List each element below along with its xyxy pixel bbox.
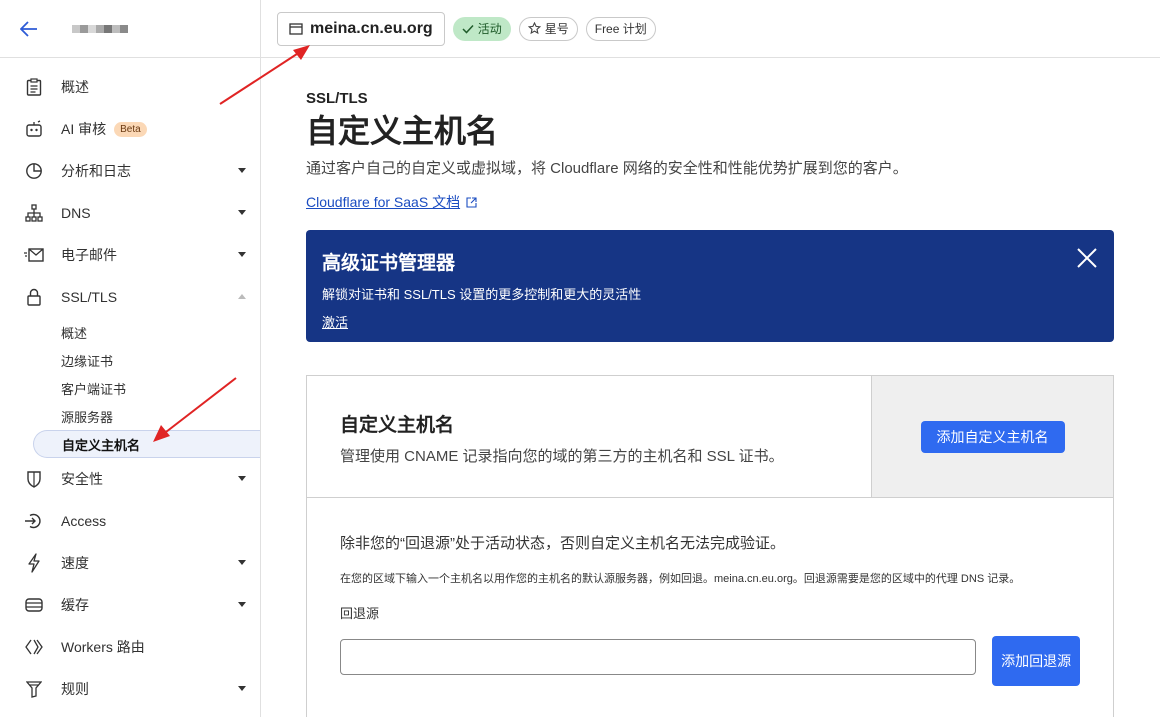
fallback-form-row: 添加回退源 [340, 636, 1080, 686]
star-icon [527, 22, 541, 35]
sidebar-item-ai-review[interactable]: AI 审核 Beta [0, 108, 260, 150]
fallback-warning: 除非您的“回退源”处于活动状态，否则自定义主机名无法完成验证。 [340, 535, 785, 552]
bot-icon [24, 119, 44, 139]
fallback-hint: 在您的区域下输入一个主机名以用作您的主机名的默认源服务器，例如回退。meina.… [340, 573, 1021, 585]
chevron-down-icon[interactable] [238, 560, 246, 565]
sidebar-item-label: 电子邮件 [61, 247, 117, 263]
main-content: SSL/TLS 自定义主机名 通过客户自己的自定义或虚拟域，将 Cloudfla… [306, 58, 1114, 717]
pie-chart-icon [24, 161, 44, 181]
email-icon [24, 245, 44, 265]
chevron-down-icon[interactable] [238, 210, 246, 215]
sidebar-item-ssl-tls[interactable]: SSL/TLS [0, 276, 260, 318]
sidebar-item-label: 安全性 [61, 471, 103, 487]
clipboard-icon [24, 77, 44, 97]
external-link-icon [466, 196, 477, 208]
browser-window-icon [289, 22, 303, 35]
sidebar-subitem-edge-certificates[interactable]: 边缘证书 [0, 346, 260, 374]
custom-hostnames-card: 自定义主机名 管理使用 CNAME 记录指向您的域的第三方的主机名和 SSL 证… [306, 375, 1114, 717]
acm-promo-banner: 高级证书管理器 解锁对证书和 SSL/TLS 设置的更多控制和更大的灵活性 激活 [306, 230, 1114, 342]
chevron-down-icon[interactable] [238, 252, 246, 257]
close-icon[interactable] [1076, 247, 1098, 269]
sidebar-item-label: 概述 [61, 79, 89, 95]
chevron-down-icon[interactable] [238, 602, 246, 607]
star-button[interactable]: 星号 [518, 16, 578, 41]
saas-docs-link[interactable]: Cloudflare for SaaS 文档 [306, 192, 477, 212]
sidebar-item-workers-routes[interactable]: Workers 路由 [0, 626, 260, 668]
sidebar-subitem-ssl-overview[interactable]: 概述 [0, 318, 260, 346]
plan-label: Free 计划 [594, 22, 647, 36]
access-icon [24, 511, 44, 531]
sidebar-item-analytics[interactable]: 分析和日志 [0, 150, 260, 192]
page-title: 自定义主机名 [306, 113, 499, 149]
sidebar-nav: 概述 AI 审核 Beta 分析和日志 DNS 电子邮件 SSL/TLS 概述 … [0, 58, 260, 710]
network-icon [24, 203, 44, 223]
lightning-icon [24, 553, 44, 573]
sidebar: 概述 AI 审核 Beta 分析和日志 DNS 电子邮件 SSL/TLS 概述 … [0, 0, 261, 717]
star-label: 星号 [544, 22, 569, 36]
card-header-text: 自定义主机名 管理使用 CNAME 记录指向您的域的第三方的主机名和 SSL 证… [307, 376, 871, 497]
banner-text: 解锁对证书和 SSL/TLS 设置的更多控制和更大的灵活性 [322, 287, 642, 302]
saas-docs-link-label: Cloudflare for SaaS 文档 [306, 194, 461, 210]
zone-header: meina.cn.eu.org 活动 星号 Free 计划 [261, 0, 1160, 58]
banner-title: 高级证书管理器 [322, 253, 456, 274]
sidebar-item-rules[interactable]: 规则 [0, 668, 260, 710]
cache-icon [24, 595, 44, 615]
rules-icon [24, 679, 44, 699]
sidebar-item-access[interactable]: Access [0, 500, 260, 542]
domain-selector[interactable]: meina.cn.eu.org [277, 11, 445, 46]
chevron-down-icon[interactable] [238, 168, 246, 173]
card-action-panel: 添加自定义主机名 [871, 376, 1113, 497]
fallback-origin-section: 除非您的“回退源”处于活动状态，否则自定义主机名无法完成验证。 在您的区域下输入… [307, 498, 1113, 717]
sidebar-item-security[interactable]: 安全性 [0, 458, 260, 500]
plan-badge: Free 计划 [585, 16, 656, 41]
shield-icon [24, 469, 44, 489]
add-custom-hostname-button[interactable]: 添加自定义主机名 [920, 420, 1065, 453]
sidebar-item-label: DNS [61, 205, 91, 221]
back-arrow-icon[interactable] [18, 18, 40, 40]
beta-badge: Beta [114, 121, 147, 137]
banner-activate-link[interactable]: 激活 [322, 312, 348, 331]
status-badge: 活动 [452, 16, 511, 41]
workers-icon [24, 637, 44, 657]
card-description: 管理使用 CNAME 记录指向您的域的第三方的主机名和 SSL 证书。 [340, 448, 784, 465]
chevron-down-icon[interactable] [238, 686, 246, 691]
fallback-origin-label: 回退源 [340, 606, 380, 621]
check-icon [462, 24, 474, 34]
sidebar-item-label: Workers 路由 [61, 639, 145, 655]
sidebar-item-overview[interactable]: 概述 [0, 66, 260, 108]
chevron-down-icon[interactable] [238, 476, 246, 481]
sidebar-subitem-client-certificates[interactable]: 客户端证书 [0, 374, 260, 402]
sidebar-item-speed[interactable]: 速度 [0, 542, 260, 584]
account-name-redacted [72, 24, 128, 33]
chevron-up-icon[interactable] [238, 294, 246, 299]
sidebar-item-label: 速度 [61, 555, 89, 571]
sidebar-subitem-origin-server[interactable]: 源服务器 [0, 402, 260, 430]
sidebar-item-email[interactable]: 电子邮件 [0, 234, 260, 276]
sidebar-item-label: AI 审核 [61, 121, 107, 137]
card-header: 自定义主机名 管理使用 CNAME 记录指向您的域的第三方的主机名和 SSL 证… [307, 376, 1113, 498]
sidebar-item-cache[interactable]: 缓存 [0, 584, 260, 626]
sidebar-item-label: SSL/TLS [61, 289, 118, 305]
sidebar-item-label: 缓存 [61, 597, 89, 613]
sidebar-item-dns[interactable]: DNS [0, 192, 260, 234]
fallback-origin-input[interactable] [340, 639, 977, 675]
sidebar-item-label: Access [61, 513, 107, 529]
lock-icon [24, 287, 44, 307]
status-label: 活动 [477, 22, 502, 36]
sidebar-header [0, 0, 260, 58]
card-title: 自定义主机名 [340, 415, 455, 436]
sidebar-item-label: 分析和日志 [61, 163, 131, 179]
sidebar-item-label: 规则 [61, 681, 89, 697]
add-fallback-origin-button[interactable]: 添加回退源 [992, 636, 1080, 686]
domain-name: meina.cn.eu.org [310, 19, 433, 37]
page-description: 通过客户自己的自定义或虚拟域，将 Cloudflare 网络的安全性和性能优势扩… [306, 160, 908, 177]
section-label: SSL/TLS [306, 90, 368, 107]
sidebar-subitem-custom-hostnames[interactable]: 自定义主机名 [33, 430, 260, 458]
